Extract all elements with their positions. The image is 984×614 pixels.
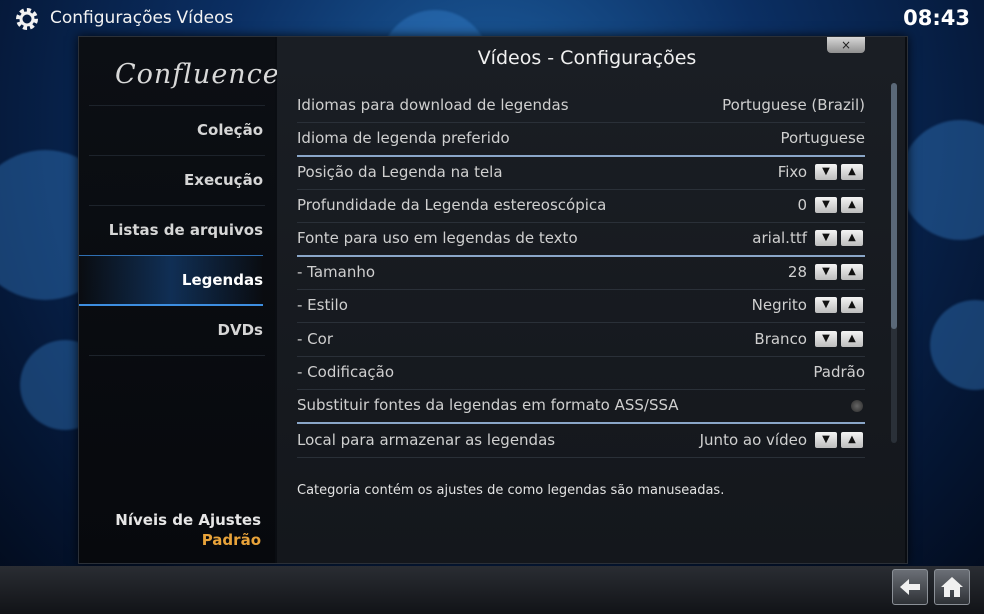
setting-row-profundidade[interactable]: Profundidade da Legenda estereoscópica 0… <box>297 189 865 223</box>
triangle-up-icon[interactable]: ▲ <box>841 432 863 448</box>
setting-label: Posição da Legenda na tela <box>297 163 503 181</box>
triangle-up-icon[interactable]: ▲ <box>841 264 863 280</box>
setting-row-cor[interactable]: - Cor Branco ▼ ▲ <box>297 323 865 357</box>
triangle-down-icon[interactable]: ▼ <box>815 230 837 246</box>
settings-level-label: Níveis de Ajustes <box>115 511 261 529</box>
triangle-up-icon[interactable]: ▲ <box>841 197 863 213</box>
clock: 08:43 <box>903 6 970 30</box>
setting-label: - Tamanho <box>297 263 376 281</box>
triangle-up-icon[interactable]: ▲ <box>841 331 863 347</box>
background-bokeh <box>930 300 984 390</box>
triangle-up-icon[interactable]: ▲ <box>841 164 863 180</box>
divider <box>89 355 265 356</box>
category-description: Categoria contém os ajustes de como lege… <box>297 483 725 498</box>
home-icon <box>941 577 963 597</box>
setting-value: Branco <box>754 330 807 348</box>
home-button[interactable] <box>934 569 970 605</box>
setting-label: Profundidade da Legenda estereoscópica <box>297 196 607 214</box>
sidebar-item-execucao[interactable]: Execução <box>79 155 263 205</box>
triangle-down-icon[interactable]: ▼ <box>815 331 837 347</box>
setting-label: - Estilo <box>297 296 348 314</box>
triangle-down-icon[interactable]: ▼ <box>815 264 837 280</box>
setting-label: - Cor <box>297 330 333 348</box>
setting-value: Portuguese <box>780 129 865 147</box>
scrollbar-thumb[interactable] <box>891 83 897 329</box>
top-bar: Configurações - Vídeos 08:43 <box>0 0 984 36</box>
setting-value: Negrito <box>751 296 807 314</box>
gear-icon <box>16 8 38 30</box>
settings-window: Confluence Coleção Execução Listas de ar… <box>78 36 908 564</box>
setting-value: Fixo <box>777 163 807 181</box>
settings-content: Vídeos - Configurações × Idiomas para do… <box>277 37 905 563</box>
sidebar: Confluence Coleção Execução Listas de ar… <box>79 37 279 563</box>
confluence-logo: Confluence <box>115 59 280 90</box>
spin-control: ▼ ▲ <box>815 230 865 246</box>
setting-row-posicao-legenda[interactable]: Posição da Legenda na tela Fixo ▼ ▲ <box>297 156 865 190</box>
setting-row-substituir-fontes[interactable]: Substituir fontes da legendas em formato… <box>297 389 865 424</box>
setting-row-tamanho[interactable]: - Tamanho 28 ▼ ▲ <box>297 256 865 290</box>
setting-value: arial.ttf <box>752 229 807 247</box>
window-title: Configurações <box>50 8 172 28</box>
triangle-down-icon[interactable]: ▼ <box>815 432 837 448</box>
sidebar-item-listas-de-arquivos[interactable]: Listas de arquivos <box>79 205 263 255</box>
setting-value: Portuguese (Brazil) <box>722 96 865 114</box>
close-button[interactable]: × <box>827 37 865 53</box>
background-bokeh <box>900 120 984 240</box>
footer-bar <box>0 566 984 614</box>
back-button[interactable] <box>892 569 928 605</box>
spin-control: ▼ ▲ <box>815 264 865 280</box>
sidebar-item-legendas[interactable]: Legendas <box>79 255 263 306</box>
setting-label: - Codificação <box>297 363 395 381</box>
scrollbar[interactable] <box>891 83 897 443</box>
triangle-down-icon[interactable]: ▼ <box>815 197 837 213</box>
triangle-down-icon[interactable]: ▼ <box>815 164 837 180</box>
setting-label: Substituir fontes da legendas em formato… <box>297 396 679 414</box>
triangle-down-icon[interactable]: ▼ <box>815 297 837 313</box>
spin-control: ▼ ▲ <box>815 432 865 448</box>
spin-control: ▼ ▲ <box>815 297 865 313</box>
sidebar-item-colecao[interactable]: Coleção <box>79 105 263 155</box>
setting-label: Fonte para uso em legendas de texto <box>297 229 578 247</box>
setting-row-local-armazenar[interactable]: Local para armazenar as legendas Junto a… <box>297 424 865 458</box>
setting-row-estilo[interactable]: - Estilo Negrito ▼ ▲ <box>297 289 865 323</box>
setting-row-fonte[interactable]: Fonte para uso em legendas de texto aria… <box>297 222 865 257</box>
setting-label: Idioma de legenda preferido <box>297 129 510 147</box>
spin-control: ▼ ▲ <box>815 331 865 347</box>
toggle-off-icon[interactable] <box>851 400 863 412</box>
back-arrow-icon <box>900 579 920 595</box>
setting-row-idioma-preferido[interactable]: Idioma de legenda preferido Portuguese <box>297 122 865 157</box>
setting-row-codificacao[interactable]: - Codificação Padrão <box>297 356 865 390</box>
setting-value: 0 <box>797 196 807 214</box>
settings-level-value: Padrão <box>201 531 261 549</box>
sidebar-item-dvds[interactable]: DVDs <box>79 305 263 355</box>
window-subtitle: - Vídeos <box>165 8 234 28</box>
setting-label: Idiomas para download de legendas <box>297 96 569 114</box>
settings-level[interactable]: Níveis de Ajustes Padrão <box>115 511 261 549</box>
setting-label: Local para armazenar as legendas <box>297 431 556 449</box>
setting-value: Padrão <box>813 363 865 381</box>
spin-control: ▼ ▲ <box>815 197 865 213</box>
triangle-up-icon[interactable]: ▲ <box>841 297 863 313</box>
setting-value: 28 <box>787 263 807 281</box>
dialog-heading: Vídeos - Configurações <box>477 47 697 69</box>
triangle-up-icon[interactable]: ▲ <box>841 230 863 246</box>
setting-row-idiomas-download[interactable]: Idiomas para download de legendas Portug… <box>297 89 865 123</box>
spin-control: ▼ ▲ <box>815 164 865 180</box>
setting-value: Junto ao vídeo <box>699 431 807 449</box>
